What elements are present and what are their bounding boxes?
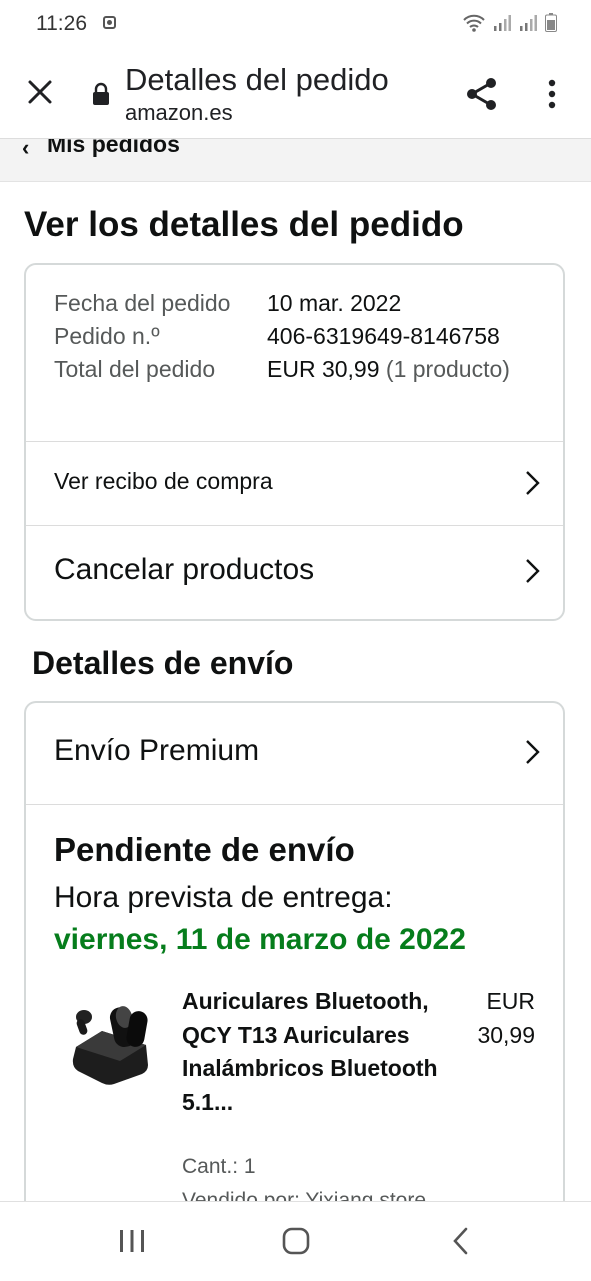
battery-icon: [545, 13, 557, 32]
product-price: EUR 30,99: [477, 988, 535, 1048]
shipping-section-title: Detalles de envío: [32, 645, 294, 681]
share-icon[interactable]: [462, 74, 502, 114]
signal-icon: [494, 15, 511, 31]
order-summary-card: Fecha del pedido 10 mar. 2022 Pedido n.º…: [24, 263, 565, 621]
breadcrumb[interactable]: ‹ Mis pedidos: [0, 138, 591, 182]
chevron-left-icon: ‹: [22, 138, 30, 160]
shipping-card: Envío Premium Pendiente de envío Hora pr…: [24, 701, 565, 1211]
order-total-row: Total del pedido EUR 30,99 (1 producto): [54, 353, 544, 386]
order-date-value: 10 mar. 2022: [267, 290, 402, 316]
status-bar: 11:26: [0, 0, 591, 50]
shipment-status: Pendiente de envío: [54, 831, 355, 868]
view-receipt-link[interactable]: Ver recibo de compra: [26, 441, 563, 525]
chevron-right-icon: [526, 471, 540, 495]
order-number-value: 406-6319649-8146758: [267, 323, 500, 349]
browser-toolbar: Detalles del pedido amazon.es: [0, 50, 591, 138]
lock-icon: [93, 82, 109, 105]
status-icons: [463, 13, 557, 32]
cancel-products-label: Cancelar productos: [54, 553, 315, 586]
page-heading: Ver los detalles del pedido: [24, 205, 464, 244]
product-image[interactable]: [68, 991, 152, 1087]
home-icon[interactable]: [282, 1227, 310, 1255]
recent-apps-icon[interactable]: [118, 1228, 146, 1254]
signal-icon: [520, 15, 537, 31]
eta-label: Hora prevista de entrega:: [54, 881, 393, 914]
order-number-label: Pedido n.º: [54, 323, 160, 349]
order-info: Fecha del pedido 10 mar. 2022 Pedido n.º…: [54, 287, 544, 386]
status-time: 11:26: [36, 12, 87, 35]
order-date-label: Fecha del pedido: [54, 290, 231, 316]
product-title[interactable]: Auriculares Bluetooth, QCY T13 Auricular…: [182, 985, 442, 1119]
back-icon[interactable]: [450, 1226, 472, 1256]
photo-icon: [103, 16, 116, 29]
order-date-row: Fecha del pedido 10 mar. 2022: [54, 287, 544, 320]
page-title-bar: Detalles del pedido: [125, 62, 389, 97]
close-icon[interactable]: [20, 72, 60, 112]
order-number-row: Pedido n.º 406-6319649-8146758: [54, 320, 544, 353]
breadcrumb-link[interactable]: Mis pedidos: [47, 139, 180, 158]
order-total-label: Total del pedido: [54, 356, 216, 382]
order-total-value: EUR 30,99 (1 producto): [267, 353, 510, 386]
more-vert-icon[interactable]: [537, 76, 567, 116]
eta-date: viernes, 11 de marzo de 2022: [54, 923, 466, 956]
system-nav-bar: [0, 1201, 591, 1281]
order-total-count: (1 producto): [385, 356, 510, 382]
product-quantity: Cant.: 1: [182, 1155, 256, 1178]
order-total-amount: EUR 30,99: [267, 356, 380, 382]
chevron-right-icon: [526, 740, 540, 764]
url-text[interactable]: amazon.es: [125, 100, 233, 126]
chevron-right-icon: [526, 559, 540, 583]
shipping-method-label: Envío Premium: [54, 734, 260, 767]
wifi-icon: [463, 14, 485, 32]
cancel-products-link[interactable]: Cancelar productos: [26, 525, 563, 619]
shipping-method-link[interactable]: Envío Premium: [26, 703, 563, 805]
view-receipt-label: Ver recibo de compra: [54, 468, 273, 494]
